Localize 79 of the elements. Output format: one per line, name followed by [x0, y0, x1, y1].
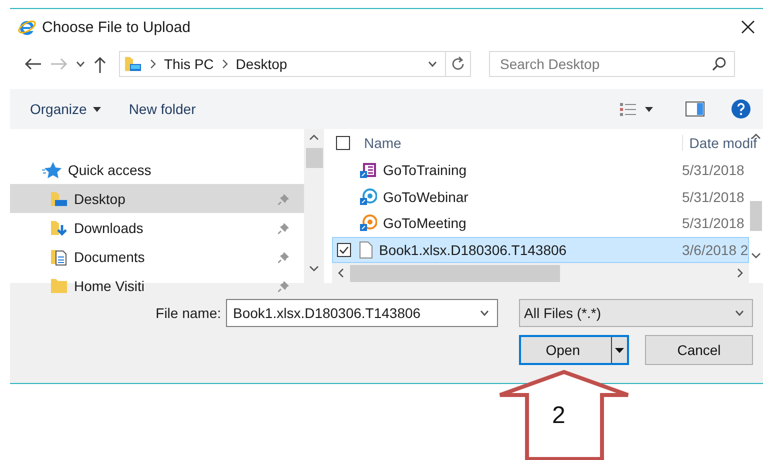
shortcut-app-icon: [359, 188, 377, 206]
folder-icon: [50, 276, 68, 294]
checkbox[interactable]: [337, 242, 351, 257]
shortcut-app-icon: [359, 214, 377, 232]
file-name: GoToMeeting: [383, 215, 466, 232]
downloads-folder-icon: [50, 218, 68, 236]
search-icon[interactable]: [712, 57, 726, 71]
dropdown-caret-icon[interactable]: [480, 310, 489, 316]
pin-icon: [278, 222, 290, 234]
star-icon: [42, 160, 62, 178]
browser-logo-icon: [18, 18, 36, 36]
scroll-down-icon[interactable]: [751, 253, 761, 259]
chevron-icon: [150, 59, 156, 69]
scroll-thumb[interactable]: [750, 201, 762, 231]
close-icon[interactable]: [741, 20, 755, 34]
scroll-down-icon[interactable]: [309, 266, 319, 272]
file-row[interactable]: GoToTraining 5/31/2018: [332, 156, 749, 184]
file-name-field[interactable]: Book1.xlsx.D180306.T143806: [226, 299, 498, 327]
preview-pane-icon[interactable]: [685, 101, 705, 117]
recent-caret-icon[interactable]: [76, 61, 85, 67]
window-title: Choose File to Upload: [42, 18, 192, 36]
dropdown-caret-icon[interactable]: [428, 61, 437, 67]
horizontal-scrollbar[interactable]: [332, 263, 749, 283]
refresh-icon[interactable]: [450, 56, 466, 72]
checkbox[interactable]: [336, 136, 350, 150]
up-arrow-icon[interactable]: [93, 56, 107, 72]
file-name: Book1.xlsx.D180306.T143806: [379, 242, 567, 258]
file-date: 3/6/2018 2: [681, 242, 748, 258]
address-bar[interactable]: This PC Desktop: [119, 51, 471, 77]
scroll-thumb[interactable]: [350, 264, 560, 282]
breadcrumb-item[interactable]: This PC: [164, 56, 214, 72]
view-list-icon[interactable]: [619, 101, 637, 117]
file-type-dropdown[interactable]: All Files (*.*): [519, 299, 753, 327]
new-folder-button[interactable]: New folder: [128, 98, 196, 120]
column-header[interactable]: Name: [364, 134, 682, 151]
search-input[interactable]: Search Desktop: [498, 55, 712, 73]
scroll-up-icon[interactable]: [309, 134, 319, 140]
help-icon[interactable]: [731, 99, 751, 119]
file-row[interactable]: GoToMeeting 5/31/2018: [332, 210, 749, 237]
chevron-icon: [222, 59, 228, 69]
scroll-left-icon[interactable]: [338, 268, 344, 278]
scroll-thumb[interactable]: [306, 148, 322, 168]
file-date: 5/31/2018: [681, 188, 746, 205]
back-arrow-icon[interactable]: [24, 57, 42, 71]
file-row[interactable]: Book1.xlsx.D180306.T143806 3/6/2018 2: [332, 236, 749, 264]
folder-icon: [124, 55, 142, 73]
desktop-folder-icon: [50, 190, 68, 208]
nav-item[interactable]: Desktop: [10, 184, 304, 213]
documents-folder-icon: [50, 248, 68, 266]
dropdown-caret-icon[interactable]: [735, 310, 744, 316]
file-row[interactable]: GoToWebinar 5/31/2018: [332, 183, 749, 210]
nav-item[interactable]: Documents: [10, 242, 304, 271]
search-field[interactable]: Search Desktop: [489, 51, 735, 77]
caret-icon: [92, 106, 101, 112]
nav-item[interactable]: Downloads: [10, 213, 304, 242]
pin-icon: [278, 280, 290, 292]
field-label: File name:: [156, 305, 221, 321]
vertical-scrollbar[interactable]: [304, 129, 324, 283]
scroll-right-icon[interactable]: [737, 268, 743, 278]
caret-icon[interactable]: [614, 348, 624, 352]
column-header[interactable]: Date modif: [682, 134, 757, 151]
pin-icon: [278, 192, 290, 204]
open-button[interactable]: Open: [519, 335, 629, 365]
breadcrumb-item[interactable]: Desktop: [236, 56, 288, 72]
file-date: 5/31/2018: [681, 215, 746, 232]
file-name-input[interactable]: Book1.xlsx.D180306.T143806: [231, 304, 480, 322]
cancel-button[interactable]: Cancel: [645, 335, 753, 365]
nav-item[interactable]: Quick access: [10, 155, 304, 184]
shortcut-app-icon: [359, 160, 377, 179]
blank-file-icon: [359, 240, 373, 259]
organize-button[interactable]: Organize: [30, 98, 101, 120]
step-number: 2: [552, 402, 566, 430]
file-date: 5/31/2018: [681, 162, 746, 178]
file-name: GoToWebinar: [383, 188, 468, 205]
nav-item[interactable]: Home Visiti: [10, 271, 304, 300]
scroll-up-icon[interactable]: [751, 133, 761, 139]
file-name: GoToTraining: [383, 162, 467, 178]
pin-icon: [278, 250, 290, 262]
caret-icon[interactable]: [645, 106, 653, 112]
